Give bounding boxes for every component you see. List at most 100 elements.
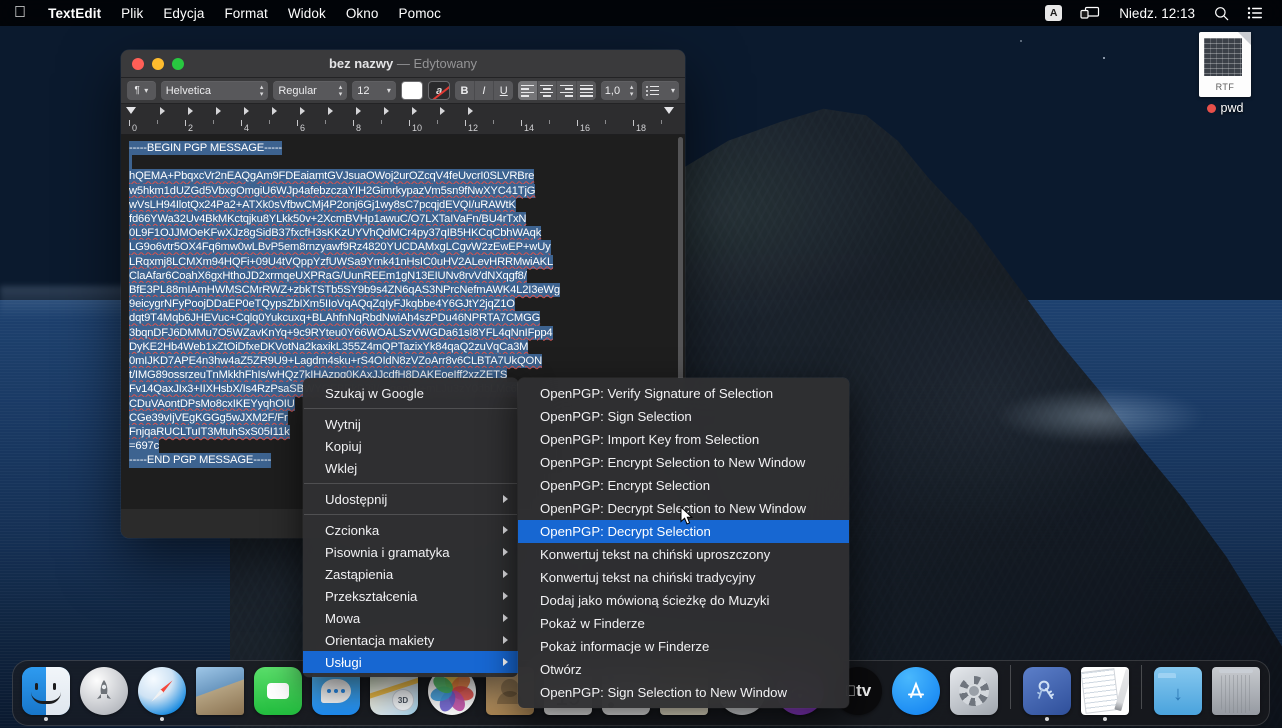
services-menu-item[interactable]: Konwertuj tekst na chiński uproszczony (518, 543, 849, 566)
underline-button[interactable]: U (494, 81, 513, 100)
minimize-window-button[interactable] (152, 58, 164, 70)
tab-marker[interactable] (188, 107, 193, 115)
menu-okno[interactable]: Okno (336, 0, 389, 26)
services-menu-item[interactable]: Pokaż informacje w Finderze (518, 635, 849, 658)
tab-marker[interactable] (244, 107, 249, 115)
services-submenu[interactable]: OpenPGP: Verify Signature of SelectionOp… (518, 378, 849, 708)
bold-button[interactable]: B (455, 81, 474, 100)
text-style-group[interactable]: B I U (455, 81, 513, 100)
menu-bar-clock[interactable]: Niedz. 12:13 (1109, 0, 1205, 26)
document-type-label: RTF (1199, 82, 1251, 92)
services-menu-item[interactable]: OpenPGP: Verify Signature of Selection (518, 382, 849, 405)
tv-label: tv (856, 681, 871, 701)
menu-format[interactable]: Format (214, 0, 277, 26)
tab-marker[interactable] (468, 107, 473, 115)
desktop-file-icon-pwd[interactable]: RTF pwd (1186, 32, 1264, 115)
context-menu-item[interactable]: Kopiuj (303, 435, 518, 457)
context-menu-item[interactable]: Zastąpienia (303, 563, 518, 585)
line-spacing-stepper[interactable]: 1,0 ▴▾ (601, 81, 638, 100)
close-window-button[interactable] (132, 58, 144, 70)
tab-marker[interactable] (440, 107, 445, 115)
menu-widok[interactable]: Widok (278, 0, 336, 26)
context-menu-item[interactable]: Mowa (303, 607, 518, 629)
dock-item-launchpad[interactable] (78, 667, 130, 721)
dock-item-trash[interactable] (1210, 667, 1262, 721)
text-alignment-group[interactable] (518, 81, 595, 100)
services-menu-item[interactable]: OpenPGP: Sign Selection to New Window (518, 681, 849, 704)
align-center-icon[interactable] (538, 81, 557, 100)
context-menu-item[interactable]: Szukaj w Google (303, 382, 518, 404)
search-icon[interactable] (1205, 0, 1238, 26)
control-center-icon[interactable] (1238, 0, 1272, 26)
services-menu-item[interactable]: OpenPGP: Encrypt Selection (518, 474, 849, 497)
scrollbar-thumb[interactable] (678, 137, 683, 397)
tab-marker[interactable] (356, 107, 361, 115)
services-menu-item[interactable]: OpenPGP: Import Key from Selection (518, 428, 849, 451)
context-menu-item[interactable]: Wklej (303, 457, 518, 479)
document-ruler[interactable]: 024681012141618 (121, 104, 685, 135)
services-menu-item[interactable]: OpenPGP: Encrypt Selection to New Window (518, 451, 849, 474)
formatting-toolbar[interactable]: ¶▾ Helvetica ▴▾ Regular ▴▾ 12 ▾ a B I U (121, 78, 685, 104)
context-menu-item[interactable]: Przekształcenia (303, 585, 518, 607)
dock-item-app-store[interactable] (890, 667, 942, 721)
paragraph-style-button[interactable]: ¶▾ (127, 81, 156, 100)
dock-item-textedit[interactable] (1079, 667, 1131, 721)
tab-marker[interactable] (160, 107, 165, 115)
tab-marker[interactable] (300, 107, 305, 115)
menu-textedit[interactable]: TextEdit (38, 0, 111, 26)
right-indent-marker[interactable] (664, 107, 674, 114)
font-size-select[interactable]: 12 ▾ (352, 81, 396, 100)
input-source-menu[interactable]: A (1036, 0, 1071, 26)
tab-marker[interactable] (412, 107, 417, 115)
ruler-tab-markers[interactable] (129, 107, 677, 117)
align-left-icon[interactable] (518, 81, 537, 100)
services-menu-item[interactable]: OpenPGP: Decrypt Selection (518, 520, 849, 543)
dock-item-keychain-access[interactable] (1021, 667, 1073, 721)
document-line-text: dqt9T4Mqb6JHEVuc+Cqlq0Yukcuxq+BLAhfnNqRb… (129, 311, 540, 325)
services-menu-item[interactable]: Otwórz (518, 658, 849, 681)
context-menu-item[interactable]: Orientacja makiety (303, 629, 518, 651)
context-menu-item-label: Przekształcenia (325, 589, 417, 604)
align-justify-icon[interactable] (577, 81, 596, 100)
font-style-select[interactable]: Regular ▴▾ (273, 81, 347, 100)
services-menu-item[interactable]: Konwertuj tekst na chiński tradycyjny (518, 566, 849, 589)
context-menu[interactable]: Szukaj w Google WytnijKopiujWklej Udostępn… (303, 378, 518, 677)
menu-bar[interactable]:  TextEdit Plik Edycja Format Widok Okno… (0, 0, 1282, 26)
screen-mirroring-icon[interactable] (1071, 0, 1109, 26)
dock-item-safari[interactable] (136, 667, 188, 721)
services-menu-item[interactable]: Dodaj jako mówioną ścieżkę do Muzyki (518, 589, 849, 612)
services-menu-item[interactable]: OpenPGP: Sign Selection (518, 405, 849, 428)
chevron-updown-icon: ▴▾ (339, 84, 343, 98)
apple-logo-icon[interactable]:  (0, 0, 38, 26)
align-right-icon[interactable] (557, 81, 576, 100)
submenu-arrow-icon (503, 526, 508, 534)
services-menu-item[interactable]: Pokaż w Finderze (518, 612, 849, 635)
dock-item-finder[interactable] (20, 667, 72, 721)
menu-plik[interactable]: Plik (111, 0, 153, 26)
italic-button[interactable]: I (475, 81, 494, 100)
text-background-color-icon[interactable]: a (428, 81, 450, 100)
window-titlebar[interactable]: bez nazwy — Edytowany (121, 50, 685, 78)
text-color-swatch[interactable] (401, 81, 423, 100)
first-line-indent-marker[interactable] (126, 107, 136, 114)
app-running-indicator (798, 717, 802, 721)
context-menu-item[interactable]: Czcionka (303, 519, 518, 541)
tab-marker[interactable] (272, 107, 277, 115)
dock-item-facetime[interactable] (252, 667, 304, 721)
dock-item-downloads[interactable]: ↓ (1152, 667, 1204, 721)
dock-item-mail[interactable] (194, 667, 246, 721)
context-menu-item[interactable]: Udostępnij (303, 488, 518, 510)
services-menu-item[interactable]: OpenPGP: Decrypt Selection to New Window (518, 497, 849, 520)
menu-pomoc[interactable]: Pomoc (389, 0, 452, 26)
bullet-list-button[interactable]: ▾ (642, 81, 679, 100)
menu-edycja[interactable]: Edycja (153, 0, 214, 26)
tab-marker[interactable] (328, 107, 333, 115)
context-menu-item[interactable]: Wytnij (303, 413, 518, 435)
context-menu-item[interactable]: Pisownia i gramatyka (303, 541, 518, 563)
context-menu-item[interactable]: Usługi (303, 651, 518, 673)
font-family-select[interactable]: Helvetica ▴▾ (161, 81, 269, 100)
tab-marker[interactable] (216, 107, 221, 115)
dock-item-system-preferences[interactable] (948, 667, 1000, 721)
maximize-window-button[interactable] (172, 58, 184, 70)
tab-marker[interactable] (384, 107, 389, 115)
